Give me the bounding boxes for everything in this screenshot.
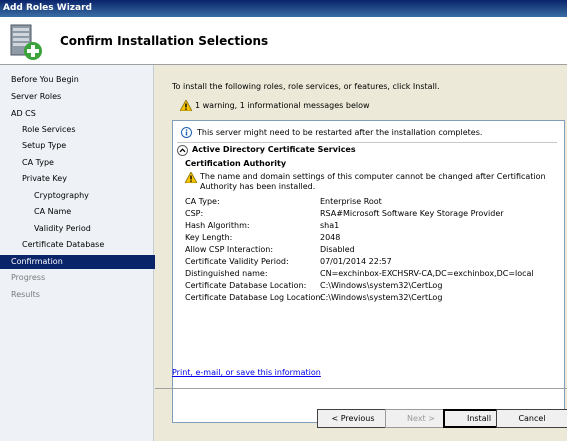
window-title: Add Roles Wizard xyxy=(3,3,92,13)
detail-row: Certificate Database Location: C:\Windows… xyxy=(185,280,442,292)
detail-row: CSP: RSA#Microsoft Software Key Storage P… xyxy=(185,208,504,220)
previous-button[interactable]: < Previous xyxy=(317,409,389,428)
detail-key: Key Length: xyxy=(185,233,233,242)
sidebar-item-ad-cs[interactable]: AD CS xyxy=(0,107,163,121)
messages-summary-text: 1 warning, 1 informational messages belo… xyxy=(195,101,370,110)
detail-row: Distinguished name: CN=exchinbox-EXCHSRV-… xyxy=(185,268,534,280)
subsection-title: Certification Authority xyxy=(185,159,287,168)
sidebar-item-ca-type[interactable]: CA Type xyxy=(0,156,174,170)
detail-value: 2048 xyxy=(320,233,341,242)
detail-row: Key Length: 2048 xyxy=(185,232,340,244)
sidebar-item-private-key[interactable]: Private Key xyxy=(0,172,174,186)
section-title: Active Directory Certificate Services xyxy=(192,145,356,154)
detail-key: Certificate Validity Period: xyxy=(185,257,289,266)
detail-key: Certificate Database Log Location: xyxy=(185,293,324,302)
detail-value: C:\Windows\system32\CertLog xyxy=(320,281,443,290)
server-add-icon xyxy=(10,24,42,60)
detail-key: Certificate Database Location: xyxy=(185,281,307,290)
detail-row: Allow CSP Interaction: Disabled xyxy=(185,244,355,256)
button-bar-divider xyxy=(155,388,567,389)
sidebar-item-progress: Progress xyxy=(11,273,46,282)
sidebar-item-server-roles[interactable]: Server Roles xyxy=(0,90,163,104)
wizard-header: Confirm Installation Selections xyxy=(0,17,567,65)
wizard-sidebar: Before You Begin Server Roles AD CS Role… xyxy=(0,65,163,441)
sidebar-item-results: Results xyxy=(11,290,40,299)
sidebar-item-before-you-begin[interactable]: Before You Begin xyxy=(0,73,163,87)
detail-value: sha1 xyxy=(320,221,340,230)
detail-value: RSA#Microsoft Software Key Storage Provi… xyxy=(320,209,504,218)
window-titlebar: Add Roles Wizard xyxy=(0,0,567,17)
detail-row: CA Type: Enterprise Root xyxy=(185,196,382,208)
detail-value: CN=exchinbox-EXCHSRV-CA,DC=exchinbox,DC=… xyxy=(320,269,534,278)
detail-value: Disabled xyxy=(320,245,355,254)
sidebar-item-confirmation[interactable]: Confirmation xyxy=(0,255,163,269)
messages-summary: 1 warning, 1 informational messages belo… xyxy=(179,99,370,113)
info-message: This server might need to be restarted a… xyxy=(181,127,482,140)
sidebar-item-role-services[interactable]: Role Services xyxy=(0,123,174,137)
divider xyxy=(177,142,557,143)
detail-value: Enterprise Root xyxy=(320,197,382,206)
page-title: Confirm Installation Selections xyxy=(60,34,269,48)
collapse-chevron-icon[interactable] xyxy=(177,145,188,156)
selections-panel[interactable]: This server might need to be restarted a… xyxy=(172,120,565,423)
section-header[interactable]: Active Directory Certificate Services xyxy=(177,145,356,158)
detail-row: Certificate Validity Period: 07/01/2014 2… xyxy=(185,256,392,268)
print-email-save-link[interactable]: Print, e-mail, or save this information xyxy=(172,368,321,377)
sidebar-item-setup-type[interactable]: Setup Type xyxy=(0,139,174,153)
ca-warning-text: The name and domain settings of this com… xyxy=(200,172,546,191)
detail-row: Certificate Database Log Location: C:\Win… xyxy=(185,292,442,304)
detail-key: Distinguished name: xyxy=(185,269,268,278)
info-icon xyxy=(181,127,192,138)
cancel-button[interactable]: Cancel xyxy=(496,409,567,428)
warning-icon xyxy=(184,171,198,184)
detail-value: C:\Windows\system32\CertLog xyxy=(320,293,443,302)
detail-key: Allow CSP Interaction: xyxy=(185,245,274,254)
info-message-text: This server might need to be restarted a… xyxy=(197,128,483,137)
detail-value: 07/01/2014 22:57 xyxy=(320,257,392,266)
detail-key: Hash Algorithm: xyxy=(185,221,250,230)
wizard-content: To install the following roles, role ser… xyxy=(155,65,567,441)
detail-row: Hash Algorithm: sha1 xyxy=(185,220,339,232)
detail-key: CA Type: xyxy=(185,197,220,206)
intro-text: To install the following roles, role ser… xyxy=(172,82,440,91)
detail-key: CSP: xyxy=(185,209,204,218)
sidebar-item-certificate-database[interactable]: Certificate Database xyxy=(0,238,174,252)
warning-icon xyxy=(179,99,193,112)
ca-warning: The name and domain settings of this com… xyxy=(184,171,560,191)
